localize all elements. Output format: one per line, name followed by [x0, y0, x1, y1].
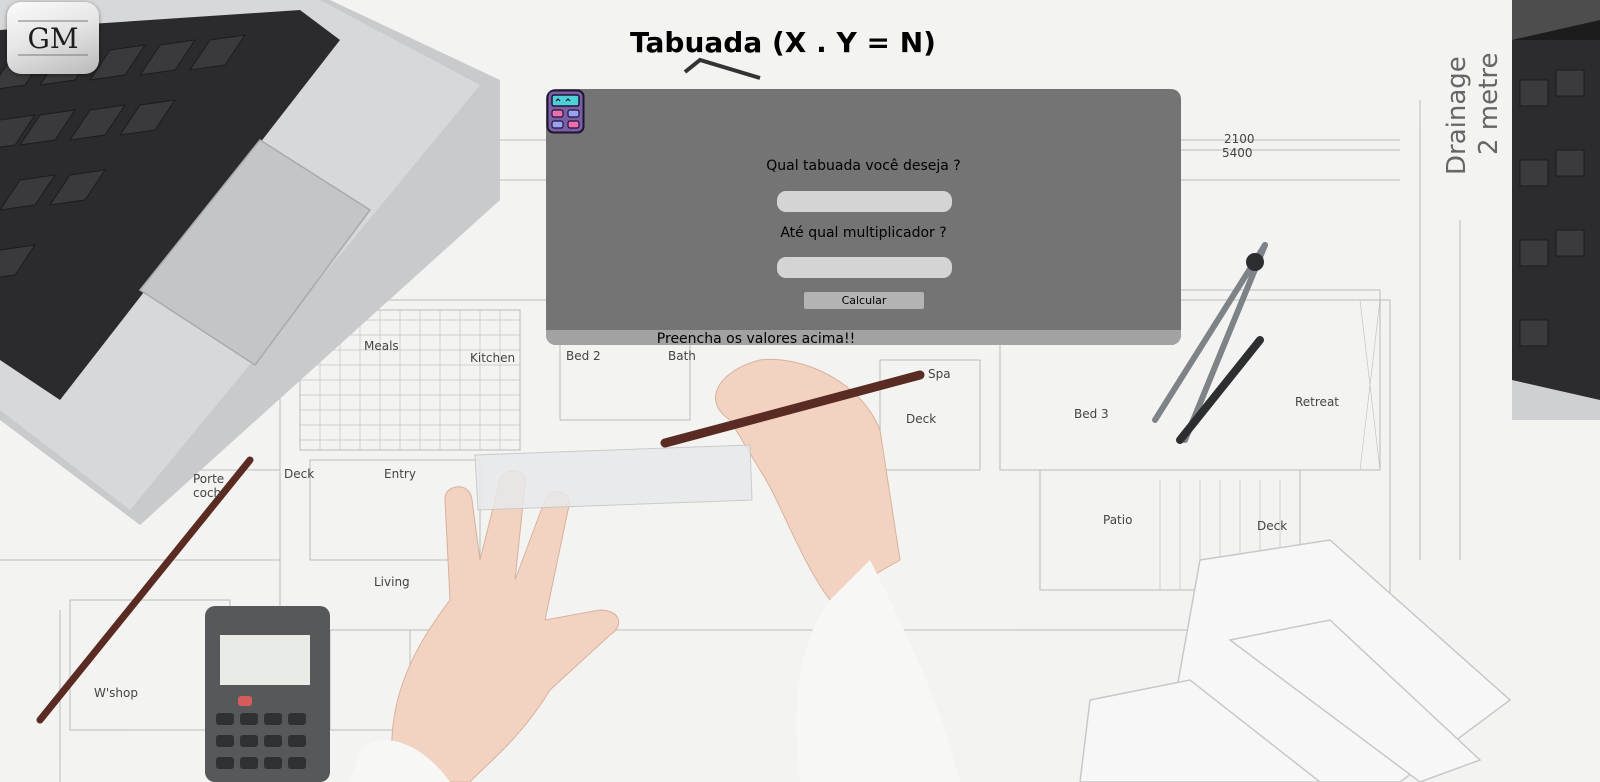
svg-text:Bed 3: Bed 3	[1074, 407, 1109, 421]
svg-text:Deck: Deck	[284, 467, 314, 481]
svg-text:Meals: Meals	[364, 339, 399, 353]
svg-text:Kitchen: Kitchen	[470, 351, 515, 365]
page-title: Tabuada (X . Y = N)	[630, 26, 936, 59]
svg-text:Deck: Deck	[906, 412, 936, 426]
result-message: Preencha os valores acima!!	[656, 331, 856, 347]
multiplier-question-label: Até qual multiplicador ?	[780, 225, 947, 241]
svg-text:Living: Living	[374, 575, 410, 589]
svg-text:Spa: Spa	[928, 367, 951, 381]
svg-text:Retreat: Retreat	[1295, 395, 1339, 409]
multiplier-number-input[interactable]	[777, 257, 952, 278]
tabuada-form-panel: Qual tabuada você deseja ? Até qual mult…	[546, 89, 1181, 345]
calculate-button[interactable]: Calcular	[804, 292, 924, 309]
svg-text:Bed 2: Bed 2	[566, 349, 601, 363]
svg-text:5400: 5400	[1222, 146, 1253, 160]
svg-text:W'shop: W'shop	[94, 686, 138, 700]
calculator-icon	[546, 89, 585, 134]
svg-text:coch: coch	[193, 486, 221, 500]
svg-text:Drainage: Drainage	[1442, 56, 1472, 175]
svg-text:Patio: Patio	[1103, 513, 1132, 527]
svg-text:Porte: Porte	[193, 472, 224, 486]
svg-text:Bath: Bath	[668, 349, 696, 363]
svg-text:2 metre: 2 metre	[1474, 53, 1504, 155]
table-number-input[interactable]	[777, 191, 952, 212]
svg-text:Deck: Deck	[1257, 519, 1287, 533]
svg-text:2100: 2100	[1224, 132, 1255, 146]
table-question-label: Qual tabuada você deseja ?	[766, 158, 961, 174]
svg-text:Entry: Entry	[384, 467, 416, 481]
